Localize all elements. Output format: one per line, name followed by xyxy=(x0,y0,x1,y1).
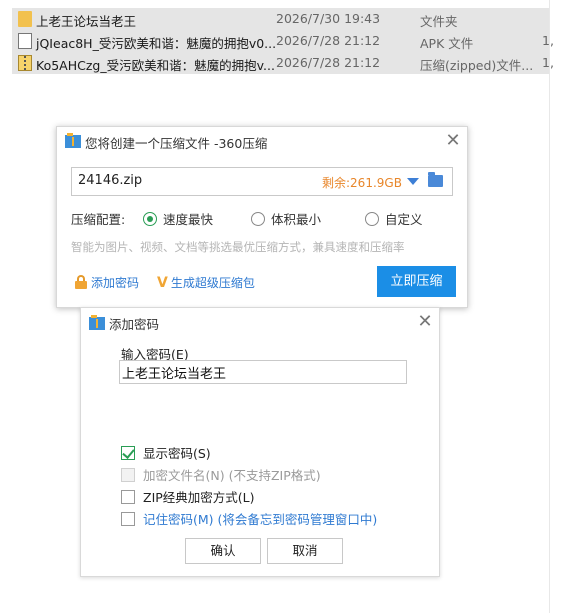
checkbox-label: 显示密码(S) xyxy=(143,446,211,461)
checkbox-label: ZIP经典加密方式(L) xyxy=(143,490,255,505)
compress-dialog-title: 您将创建一个压缩文件 -360压缩 xyxy=(85,136,268,151)
filename-field[interactable]: 剩余:261.9GB xyxy=(71,167,453,196)
close-icon[interactable]: ✕ xyxy=(443,131,463,151)
browse-folder-icon[interactable] xyxy=(428,172,443,187)
radio-label: 速度最快 xyxy=(163,212,214,227)
file-type: 压缩(zipped)文件... xyxy=(420,58,534,73)
radio-fastest[interactable]: 速度最快 xyxy=(143,209,213,228)
radio-circle xyxy=(143,211,157,226)
file-type: 文件夹 xyxy=(420,14,458,29)
checkbox-label: 加密文件名(N) (不支持ZIP格式) xyxy=(143,468,321,483)
cancel-button[interactable]: 取消 xyxy=(267,538,343,564)
compress-now-button[interactable]: 立即压缩 xyxy=(377,266,456,297)
file-date: 2026/7/30 19:43 xyxy=(276,11,381,26)
remember-password-checkbox[interactable]: 记住密码(M) (将会备忘到密码管理窗口中) xyxy=(121,509,377,528)
file-row-folder[interactable]: 上老王论坛当老王 2026/7/30 19:43 文件夹 xyxy=(12,8,550,30)
super-zip-link[interactable]: V 生成超级压缩包 xyxy=(157,274,255,291)
config-label: 压缩配置: xyxy=(71,212,126,227)
file-name: Ko5AHCzg_受污欧美和谐：魅魔的拥抱v... xyxy=(36,58,275,73)
chevron-down-icon[interactable] xyxy=(407,178,419,185)
free-space-label: 剩余:261.9GB xyxy=(322,176,402,190)
add-password-link[interactable]: 添加密码 xyxy=(75,274,139,291)
password-dialog-titlebar[interactable]: 添加密码 ✕ xyxy=(81,308,439,336)
add-password-dialog: 添加密码 ✕ 输入密码(E) 显示密码(S) 加密文件名(N) (不支持ZIP格… xyxy=(80,307,440,577)
confirm-button[interactable]: 确认 xyxy=(185,538,261,564)
file-row-zip[interactable]: Ko5AHCzg_受污欧美和谐：魅魔的拥抱v... 2026/7/28 21:1… xyxy=(12,52,554,74)
radio-smallest[interactable]: 体积最小 xyxy=(251,209,321,228)
radio-circle xyxy=(365,211,379,226)
zip-icon xyxy=(18,55,32,71)
compress-hint: 智能为图片、视频、文档等挑选最优压缩方式，兼具速度和压缩率 xyxy=(71,240,405,254)
radio-circle xyxy=(251,211,265,226)
checkbox-box xyxy=(121,511,135,526)
folder-icon xyxy=(18,11,32,27)
file-date: 2026/7/28 21:12 xyxy=(276,33,381,48)
checkbox-box xyxy=(121,467,135,482)
checkbox-label: 记住密码(M) (将会备忘到密码管理窗口中) xyxy=(143,512,378,527)
explorer-divider xyxy=(549,0,550,613)
compress-dialog-titlebar[interactable]: 您将创建一个压缩文件 -360压缩 ✕ xyxy=(57,127,467,155)
super-zip-label: 生成超级压缩包 xyxy=(170,276,255,290)
add-password-label: 添加密码 xyxy=(91,276,140,290)
file-row-apk[interactable]: jQIeac8H_受污欧美和谐：魅魔的拥抱v0... 2026/7/28 21:… xyxy=(12,30,554,52)
file-size: 1, xyxy=(542,33,554,48)
zip-classic-checkbox[interactable]: ZIP经典加密方式(L) xyxy=(121,487,255,506)
zip-app-icon xyxy=(65,133,81,148)
v-badge-icon: V xyxy=(157,274,168,291)
file-icon xyxy=(18,33,32,49)
compress-dialog: 您将创建一个压缩文件 -360压缩 ✕ 剩余:261.9GB 压缩配置: 速度最… xyxy=(56,126,468,308)
file-size: 1, xyxy=(542,55,554,70)
zip-app-icon xyxy=(89,315,105,330)
show-password-checkbox[interactable]: 显示密码(S) xyxy=(121,443,211,462)
file-type: APK 文件 xyxy=(420,36,474,51)
checkbox-box xyxy=(121,489,135,504)
password-dialog-title: 添加密码 xyxy=(109,317,160,332)
checkbox-box xyxy=(121,445,135,460)
password-input[interactable] xyxy=(119,360,407,384)
encrypt-filenames-checkbox: 加密文件名(N) (不支持ZIP格式) xyxy=(121,465,321,484)
radio-label: 自定义 xyxy=(385,212,423,227)
explorer-file-list: 上老王论坛当老王 2026/7/30 19:43 文件夹 jQIeac8H_受污… xyxy=(12,8,554,74)
radio-custom[interactable]: 自定义 xyxy=(365,209,423,228)
radio-label: 体积最小 xyxy=(271,212,322,227)
lock-icon xyxy=(75,274,87,289)
filename-input[interactable] xyxy=(78,173,278,188)
close-icon[interactable]: ✕ xyxy=(415,312,435,332)
file-name: jQIeac8H_受污欧美和谐：魅魔的拥抱v0... xyxy=(36,36,277,51)
file-date: 2026/7/28 21:12 xyxy=(276,55,381,70)
file-name: 上老王论坛当老王 xyxy=(36,14,137,29)
